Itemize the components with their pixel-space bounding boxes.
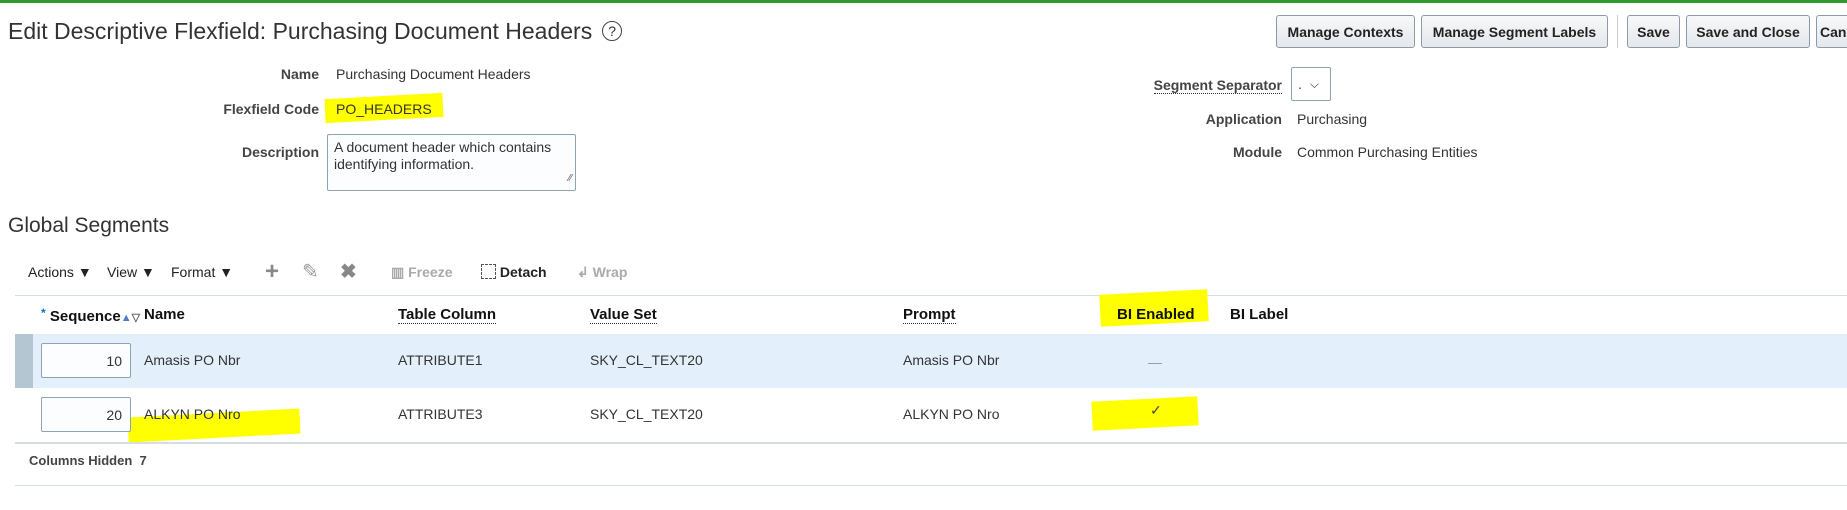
resize-handle-icon[interactable]: ⁄⁄ (569, 170, 572, 187)
format-menu[interactable]: Format ▼ (171, 264, 233, 280)
columns-hidden-count: 7 (139, 453, 147, 468)
detach-icon (481, 264, 496, 279)
manage-segment-labels-button[interactable]: Manage Segment Labels (1421, 15, 1608, 48)
flexfield-code-value: PO_HEADERS (336, 101, 432, 117)
chevron-down-icon: ⌵ (1309, 76, 1319, 91)
value-set-cell: SKY_CL_TEXT20 (590, 406, 703, 422)
table-bottom-border (15, 442, 1847, 444)
detach-button[interactable]: Detach (481, 264, 547, 280)
manage-contexts-button[interactable]: Manage Contexts (1276, 15, 1415, 48)
separator-value: . (1298, 76, 1302, 92)
column-header-table-column[interactable]: Table Column (398, 306, 497, 324)
sequence-input[interactable]: 10 (41, 343, 131, 378)
flexfield-code-label: Flexfield Code (223, 101, 319, 117)
column-header-value-set[interactable]: Value Set (590, 306, 657, 324)
wrap-icon: ↲ (577, 264, 589, 280)
wrap-button[interactable]: ↲ Wrap (577, 264, 627, 281)
table-top-border (15, 295, 1847, 296)
table-row[interactable]: 20 ALKYN PO Nro ATTRIBUTE3 SKY_CL_TEXT20… (15, 388, 1847, 442)
save-and-close-button[interactable]: Save and Close (1686, 15, 1810, 48)
footer-divider (15, 485, 1847, 486)
view-label: View (107, 264, 138, 280)
name-cell: Amasis PO Nbr (144, 352, 241, 368)
column-header-prompt[interactable]: Prompt (903, 306, 956, 324)
column-header-bi-enabled[interactable]: BI Enabled (1117, 306, 1195, 323)
name-value: Purchasing Document Headers (336, 66, 531, 82)
column-header-sequence[interactable]: * Sequence▲▽ (41, 306, 140, 325)
description-text: A document header which contains identif… (334, 139, 552, 172)
columns-hidden-label: Columns Hidden (29, 453, 133, 468)
application-value: Purchasing (1297, 111, 1368, 127)
format-label: Format (171, 264, 216, 280)
section-title: Global Segments (8, 214, 170, 237)
module-label: Module (1233, 144, 1282, 160)
description-label: Description (241, 144, 319, 160)
detach-label: Detach (499, 264, 547, 280)
save-button[interactable]: Save (1627, 15, 1680, 48)
page-title-text: Edit Descriptive Flexfield: Purchasing D… (8, 18, 593, 44)
value-set-cell: SKY_CL_TEXT20 (590, 352, 703, 368)
freeze-label: Freeze (408, 264, 453, 280)
freeze-button[interactable]: ▥ Freeze (391, 264, 452, 281)
application-label: Application (1205, 111, 1282, 127)
caret-down-icon: ▼ (140, 264, 155, 280)
name-label: Name (280, 66, 319, 82)
columns-hidden-status: Columns Hidden 7 (29, 453, 147, 468)
wrap-label: Wrap (592, 264, 628, 280)
caret-down-icon: ▼ (219, 264, 234, 280)
segment-separator-label: Segment Separator (1153, 77, 1282, 94)
column-header-name[interactable]: Name (144, 306, 185, 323)
actions-menu[interactable]: Actions ▼ (28, 264, 92, 280)
segment-separator-select[interactable]: . ⌵ (1291, 67, 1331, 101)
name-cell: ALKYN PO Nro (144, 406, 241, 422)
view-menu[interactable]: View ▼ (107, 264, 155, 280)
bi-enabled-check-icon[interactable]: ✓ (1150, 402, 1162, 419)
required-icon: * (41, 306, 46, 320)
row-selector[interactable] (15, 334, 33, 388)
delete-icon[interactable]: ✖ (340, 259, 357, 284)
module-value: Common Purchasing Entities (1297, 144, 1478, 160)
actions-label: Actions (28, 264, 74, 280)
description-textarea[interactable]: A document header which contains identif… (327, 134, 576, 191)
sort-ascending-icon[interactable]: ▲ (121, 312, 132, 324)
help-icon[interactable]: ? (602, 21, 623, 41)
sort-descending-icon[interactable]: ▽ (132, 312, 140, 324)
cancel-button[interactable]: Can (1816, 15, 1847, 48)
prompt-cell: Amasis PO Nbr (903, 352, 1000, 368)
caret-down-icon: ▼ (77, 264, 92, 280)
table-row[interactable]: 10 Amasis PO Nbr ATTRIBUTE1 SKY_CL_TEXT2… (15, 334, 1847, 388)
prompt-cell: ALKYN PO Nro (903, 406, 1000, 422)
page-title: Edit Descriptive Flexfield: Purchasing D… (8, 18, 623, 45)
add-icon[interactable]: + (265, 258, 279, 286)
bi-enabled-unchecked-icon[interactable]: — (1148, 354, 1162, 370)
column-header-bi-label[interactable]: BI Label (1230, 306, 1288, 323)
top-accent-bar (0, 0, 1847, 3)
toolbar-divider (1617, 15, 1618, 48)
table-column-cell: ATTRIBUTE3 (398, 406, 483, 422)
sequence-header-text: Sequence (49, 308, 121, 325)
freeze-icon: ▥ (391, 264, 405, 280)
sequence-input[interactable]: 20 (41, 397, 131, 432)
edit-pencil-icon[interactable]: ✎ (302, 259, 319, 284)
table-column-cell: ATTRIBUTE1 (398, 352, 483, 368)
